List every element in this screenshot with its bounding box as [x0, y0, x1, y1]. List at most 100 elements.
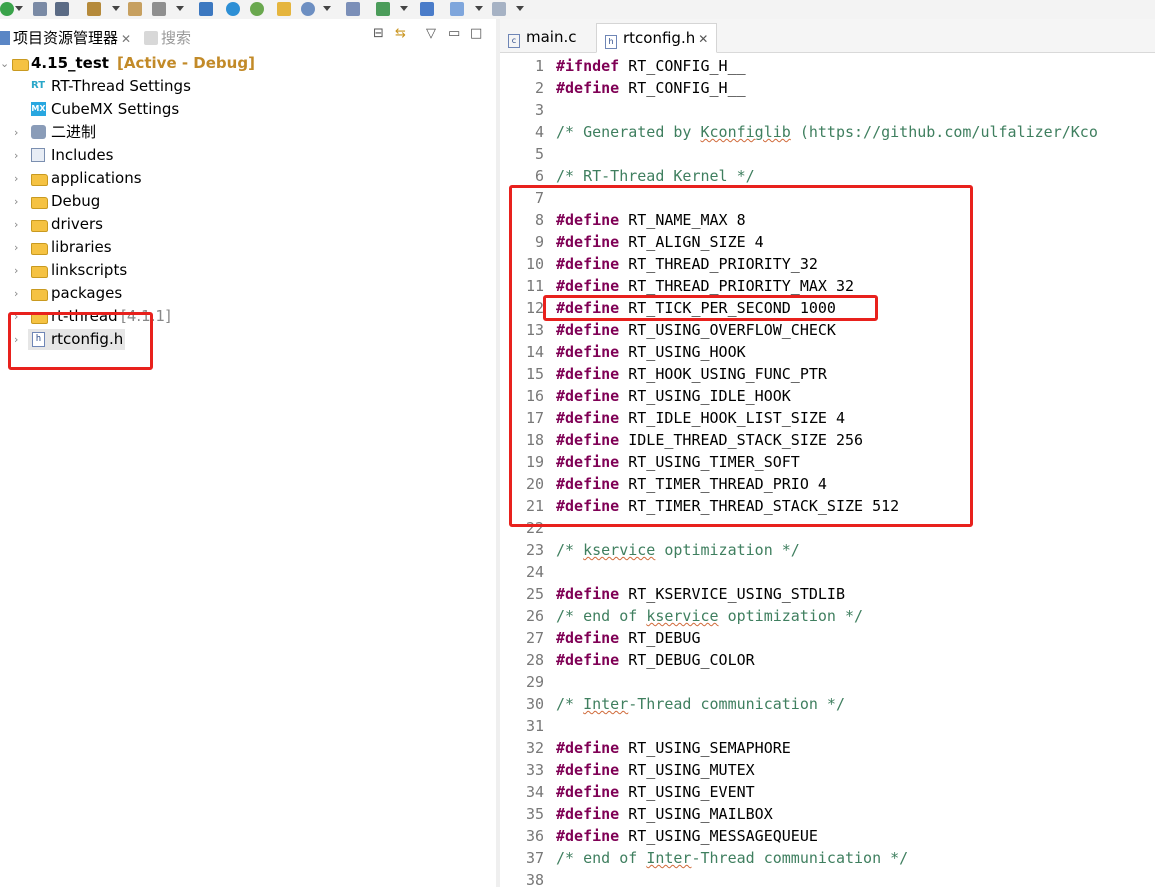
- code-text: #define IDLE_THREAD_STACK_SIZE 256: [556, 429, 863, 451]
- code-line[interactable]: 24: [500, 561, 1155, 583]
- code-line[interactable]: 12 #define RT_TICK_PER_SECOND 1000: [500, 297, 1155, 319]
- link-editor-icon[interactable]: ⇆: [395, 26, 406, 41]
- line-number: 35: [525, 805, 544, 823]
- tab-main-c[interactable]: c main.c: [500, 23, 585, 51]
- code-line[interactable]: 34 #define RT_USING_EVENT: [500, 781, 1155, 803]
- tab-search[interactable]: 搜索: [144, 27, 191, 48]
- code-line[interactable]: 35 #define RT_USING_MAILBOX: [500, 803, 1155, 825]
- code-line[interactable]: 30 /* Inter-Thread communication */: [500, 693, 1155, 715]
- maximize-icon[interactable]: □: [470, 26, 482, 41]
- code-line[interactable]: 29: [500, 671, 1155, 693]
- code-line[interactable]: 6 /* RT-Thread Kernel */: [500, 165, 1155, 187]
- code-text: #define RT_HOOK_USING_FUNC_PTR: [556, 363, 827, 385]
- settings-icon[interactable]: [226, 2, 240, 16]
- open-folder-icon[interactable]: [277, 2, 291, 16]
- tree-item-label: 4.15_test: [31, 54, 109, 72]
- run-icon[interactable]: [0, 2, 14, 16]
- code-line[interactable]: 23 /* kservice optimization */: [500, 539, 1155, 561]
- code-line[interactable]: 21 #define RT_TIMER_THREAD_STACK_SIZE 512: [500, 495, 1155, 517]
- code-line[interactable]: 10 #define RT_THREAD_PRIORITY_32: [500, 253, 1155, 275]
- line-number: 22: [525, 519, 544, 537]
- code-line[interactable]: 13 #define RT_USING_OVERFLOW_CHECK: [500, 319, 1155, 341]
- close-icon[interactable]: ✕: [698, 32, 708, 46]
- code-line[interactable]: 25 #define RT_KSERVICE_USING_STDLIB: [500, 583, 1155, 605]
- code-line[interactable]: 8 #define RT_NAME_MAX 8: [500, 209, 1155, 231]
- back-icon[interactable]: [450, 2, 464, 16]
- comment-text: -Thread communication */: [628, 695, 845, 713]
- clean-icon[interactable]: [128, 2, 142, 16]
- build-dropdown-icon[interactable]: [112, 6, 120, 11]
- preprocessor-keyword: #define: [556, 585, 620, 603]
- back-dropdown-icon[interactable]: [475, 6, 483, 11]
- chevron-right-icon[interactable]: ›: [14, 121, 24, 144]
- code-line[interactable]: 15 #define RT_HOOK_USING_FUNC_PTR: [500, 363, 1155, 385]
- chevron-right-icon[interactable]: ›: [14, 305, 24, 328]
- code-line[interactable]: 22: [500, 517, 1155, 539]
- download-icon[interactable]: [346, 2, 360, 16]
- preprocessor-keyword: #define: [556, 299, 620, 317]
- code-line[interactable]: 36 #define RT_USING_MESSAGEQUEUE: [500, 825, 1155, 847]
- chevron-down-icon[interactable]: ⌄: [0, 52, 10, 75]
- minimize-icon[interactable]: ▭: [448, 26, 460, 41]
- code-line[interactable]: 20 #define RT_TIMER_THREAD_PRIO 4: [500, 473, 1155, 495]
- code-line[interactable]: 38: [500, 869, 1155, 887]
- code-line[interactable]: 26 /* end of kservice optimization */: [500, 605, 1155, 627]
- chevron-right-icon[interactable]: ›: [14, 213, 24, 236]
- code-line[interactable]: 4 /* Generated by Kconfiglib (https://git…: [500, 121, 1155, 143]
- run-dropdown-icon[interactable]: [15, 6, 23, 11]
- folder-icon: [31, 220, 48, 232]
- code-line[interactable]: 32 #define RT_USING_SEMAPHORE: [500, 737, 1155, 759]
- preprocessor-keyword: #define: [556, 431, 620, 449]
- chevron-right-icon[interactable]: ›: [14, 190, 24, 213]
- layers-icon[interactable]: [420, 2, 434, 16]
- tab-rtconfig-h[interactable]: h rtconfig.h ✕: [596, 23, 718, 53]
- code-line[interactable]: 7: [500, 187, 1155, 209]
- tab-project-explorer[interactable]: 项目资源管理器 ✕: [0, 27, 131, 48]
- code-line[interactable]: 33 #define RT_USING_MUTEX: [500, 759, 1155, 781]
- code-text: /* kservice optimization */: [556, 539, 800, 561]
- forward-icon[interactable]: [492, 2, 506, 16]
- build-icon[interactable]: [87, 2, 101, 16]
- collapse-all-icon[interactable]: ⊟: [373, 26, 384, 41]
- close-icon[interactable]: ✕: [121, 32, 131, 46]
- code-line[interactable]: 16 #define RT_USING_IDLE_HOOK: [500, 385, 1155, 407]
- monitor-icon[interactable]: [199, 2, 213, 16]
- chevron-right-icon[interactable]: ›: [14, 167, 24, 190]
- code-line[interactable]: 2 #define RT_CONFIG_H__: [500, 77, 1155, 99]
- tools-dropdown-icon[interactable]: [176, 6, 184, 11]
- chevron-right-icon[interactable]: ›: [14, 144, 24, 167]
- search-dropdown-icon[interactable]: [323, 6, 331, 11]
- flash-icon[interactable]: [376, 2, 390, 16]
- view-menu-icon[interactable]: ▽: [426, 26, 436, 41]
- code-line[interactable]: 9 #define RT_ALIGN_SIZE 4: [500, 231, 1155, 253]
- code-line[interactable]: 19 #define RT_USING_TIMER_SOFT: [500, 451, 1155, 473]
- code-line[interactable]: 5: [500, 143, 1155, 165]
- chevron-right-icon[interactable]: ›: [14, 259, 24, 282]
- code-area[interactable]: 1 #ifndef RT_CONFIG_H__ 2 #define RT_CONFIG…: [500, 55, 1155, 887]
- comment-text: /* end of: [556, 607, 647, 625]
- preprocessor-keyword: #define: [556, 629, 620, 647]
- code-line[interactable]: 31: [500, 715, 1155, 737]
- code-line[interactable]: 27 #define RT_DEBUG: [500, 627, 1155, 649]
- chevron-right-icon[interactable]: ›: [14, 236, 24, 259]
- line-number: 2: [534, 79, 544, 97]
- save-icon[interactable]: [33, 2, 47, 16]
- code-line[interactable]: 1 #ifndef RT_CONFIG_H__: [500, 55, 1155, 77]
- chevron-right-icon[interactable]: ›: [14, 282, 24, 305]
- code-line[interactable]: 18 #define IDLE_THREAD_STACK_SIZE 256: [500, 429, 1155, 451]
- code-line[interactable]: 28 #define RT_DEBUG_COLOR: [500, 649, 1155, 671]
- code-line[interactable]: 14 #define RT_USING_HOOK: [500, 341, 1155, 363]
- chevron-right-icon[interactable]: ›: [14, 328, 24, 351]
- debug-icon[interactable]: [250, 2, 264, 16]
- code-line[interactable]: 17 #define RT_IDLE_HOOK_LIST_SIZE 4: [500, 407, 1155, 429]
- code-line[interactable]: 37 /* end of Inter-Thread communication *…: [500, 847, 1155, 869]
- line-number: 7: [534, 189, 544, 207]
- forward-dropdown-icon[interactable]: [516, 6, 524, 11]
- save-all-icon[interactable]: [55, 2, 69, 16]
- flash-dropdown-icon[interactable]: [400, 6, 408, 11]
- code-line[interactable]: 11 #define RT_THREAD_PRIORITY_MAX 32: [500, 275, 1155, 297]
- code-line[interactable]: 3: [500, 99, 1155, 121]
- main-toolbar: [0, 0, 1155, 20]
- tools-icon[interactable]: [152, 2, 166, 16]
- search-icon[interactable]: [301, 2, 315, 16]
